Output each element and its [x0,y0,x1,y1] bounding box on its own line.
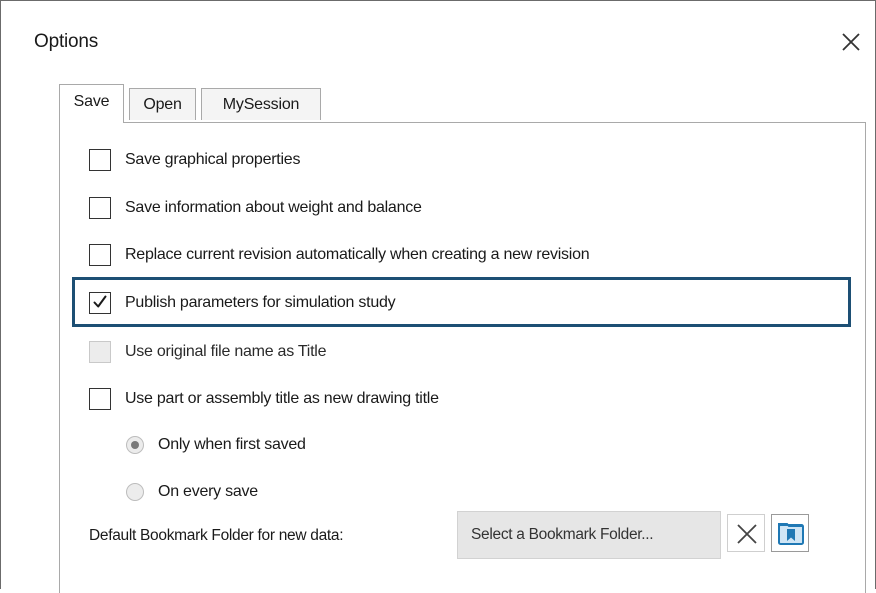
save-graphical-properties-label: Save graphical properties [125,151,301,168]
tab-open[interactable]: Open [129,88,196,120]
tab-mysession[interactable]: MySession [201,88,321,120]
publish-parameters-label: Publish parameters for simulation study [125,294,396,311]
replace-revision-label: Replace current revision automatically w… [125,246,590,263]
original-file-name-label: Use original file name as Title [125,343,327,360]
dialog-title: Options [34,31,99,52]
options-dialog: Options Save Open MySession Save graphic… [0,0,876,593]
on-every-save-label: On every save [158,483,258,500]
bookmark-folder-field[interactable]: Select a Bookmark Folder... [457,511,721,559]
close-icon[interactable] [838,29,864,55]
replace-revision-checkbox[interactable] [89,244,111,266]
save-weight-balance-checkbox[interactable] [89,197,111,219]
tab-save[interactable]: Save [59,84,124,123]
on-every-save-radio [126,483,144,501]
save-weight-balance-label: Save information about weight and balanc… [125,199,422,216]
bookmark-folder-label: Default Bookmark Folder for new data: [89,527,344,544]
clear-icon[interactable] [727,514,765,552]
part-assembly-title-checkbox[interactable] [89,388,111,410]
original-file-name-checkbox [89,341,111,363]
only-when-first-saved-radio [126,436,144,454]
part-assembly-title-label: Use part or assembly title as new drawin… [125,390,439,407]
publish-parameters-checkbox[interactable] [89,292,111,314]
only-when-first-saved-label: Only when first saved [158,436,306,453]
bookmark-folder-icon[interactable] [771,514,809,552]
save-graphical-properties-checkbox[interactable] [89,149,111,171]
checkmark-icon [93,295,107,308]
